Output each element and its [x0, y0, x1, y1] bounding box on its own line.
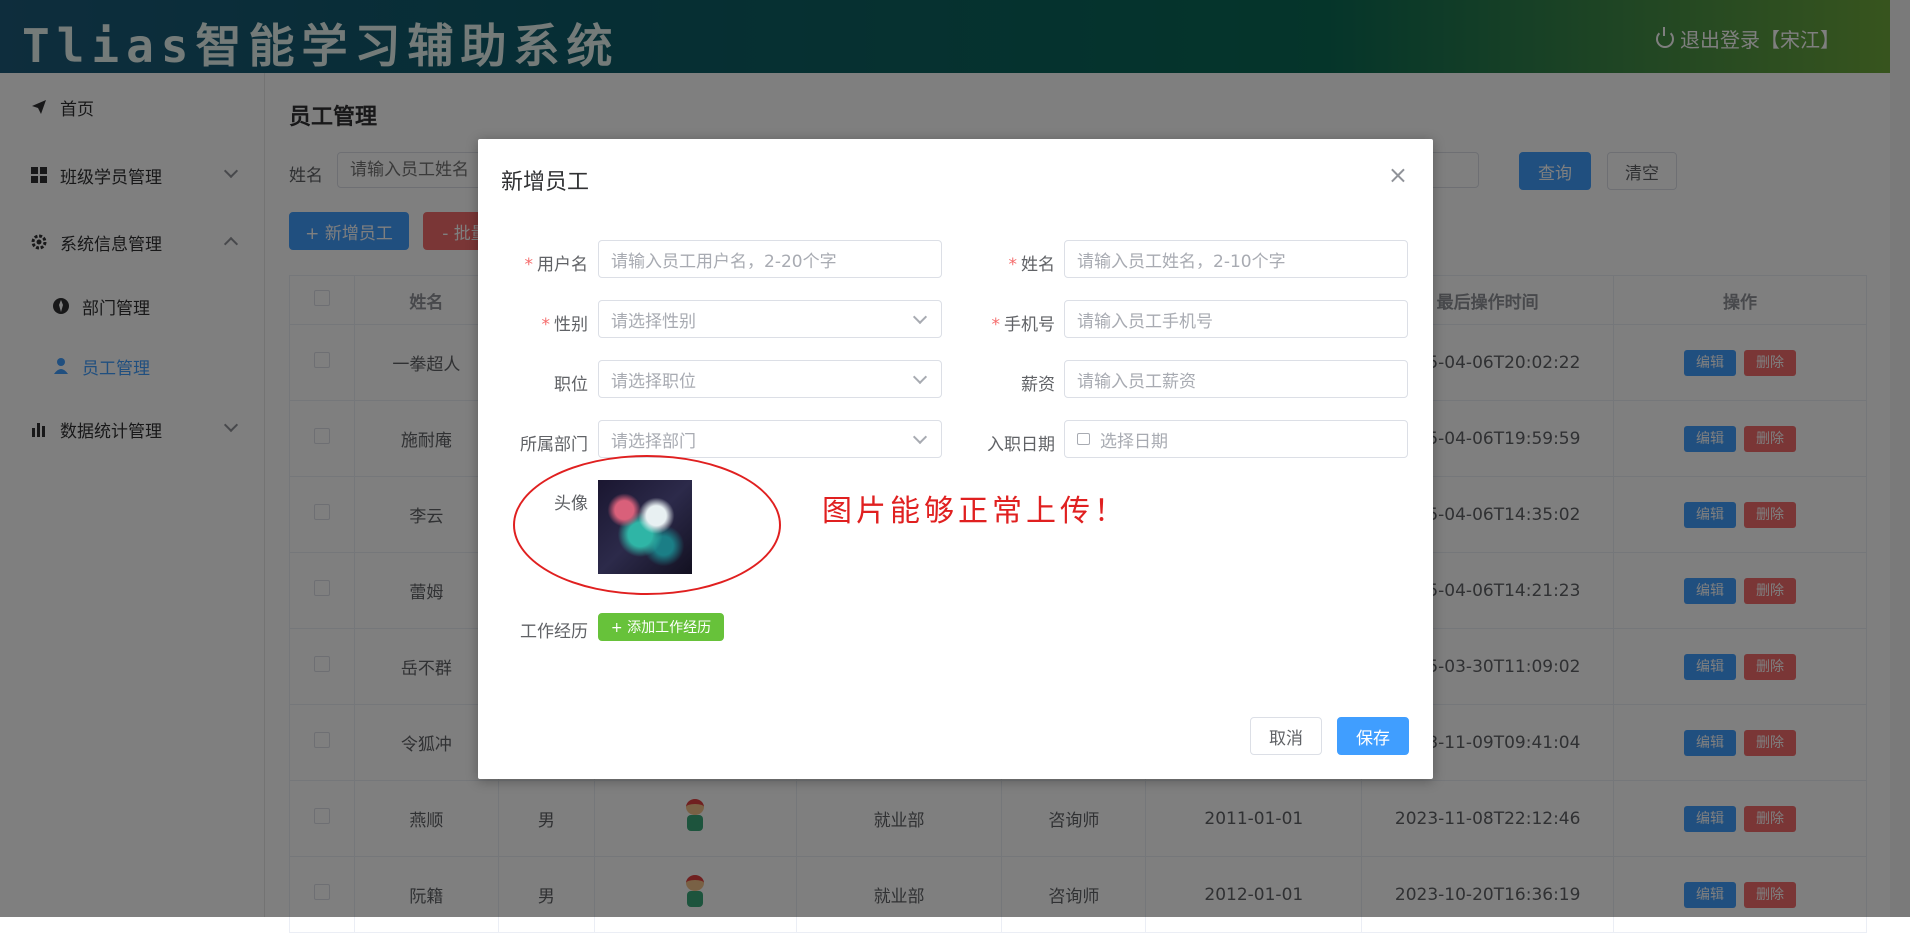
salary-input[interactable]: 请输入员工薪资 [1064, 360, 1408, 398]
username-label: * 用户名 [524, 255, 589, 275]
entry-date-label: 入职日期 [987, 435, 1055, 455]
username-input[interactable]: 请输入员工用户名，2-20个字 [598, 240, 942, 278]
phone-label: * 手机号 [991, 315, 1056, 335]
close-icon[interactable]: × [1388, 161, 1408, 189]
entry-date-picker[interactable]: 选择日期 [1064, 420, 1408, 458]
job-select[interactable]: 请选择职位 [598, 360, 942, 398]
dept-label: 所属部门 [520, 435, 588, 455]
name-label: * 姓名 [1008, 255, 1056, 275]
chevron-down-icon [912, 309, 928, 325]
cancel-button[interactable]: 取消 [1250, 717, 1322, 755]
annotation-circle [513, 455, 781, 595]
dialog-title: 新增员工 [501, 170, 590, 195]
calendar-icon [1077, 433, 1090, 445]
save-button[interactable]: 保存 [1337, 717, 1409, 755]
work-exp-label: 工作经历 [520, 622, 588, 642]
chevron-down-icon [912, 429, 928, 445]
gender-label: * 性别 [541, 315, 589, 335]
add-work-exp-button[interactable]: + 添加工作经历 [598, 613, 724, 641]
chevron-down-icon [912, 369, 928, 385]
dept-select[interactable]: 请选择部门 [598, 420, 942, 458]
name-input[interactable]: 请输入员工姓名，2-10个字 [1064, 240, 1408, 278]
salary-label: 薪资 [1021, 375, 1055, 395]
annotation-text: 图片能够正常上传！ [822, 494, 1128, 529]
gender-select[interactable]: 请选择性别 [598, 300, 942, 338]
phone-input[interactable]: 请输入员工手机号 [1064, 300, 1408, 338]
job-label: 职位 [554, 375, 588, 395]
